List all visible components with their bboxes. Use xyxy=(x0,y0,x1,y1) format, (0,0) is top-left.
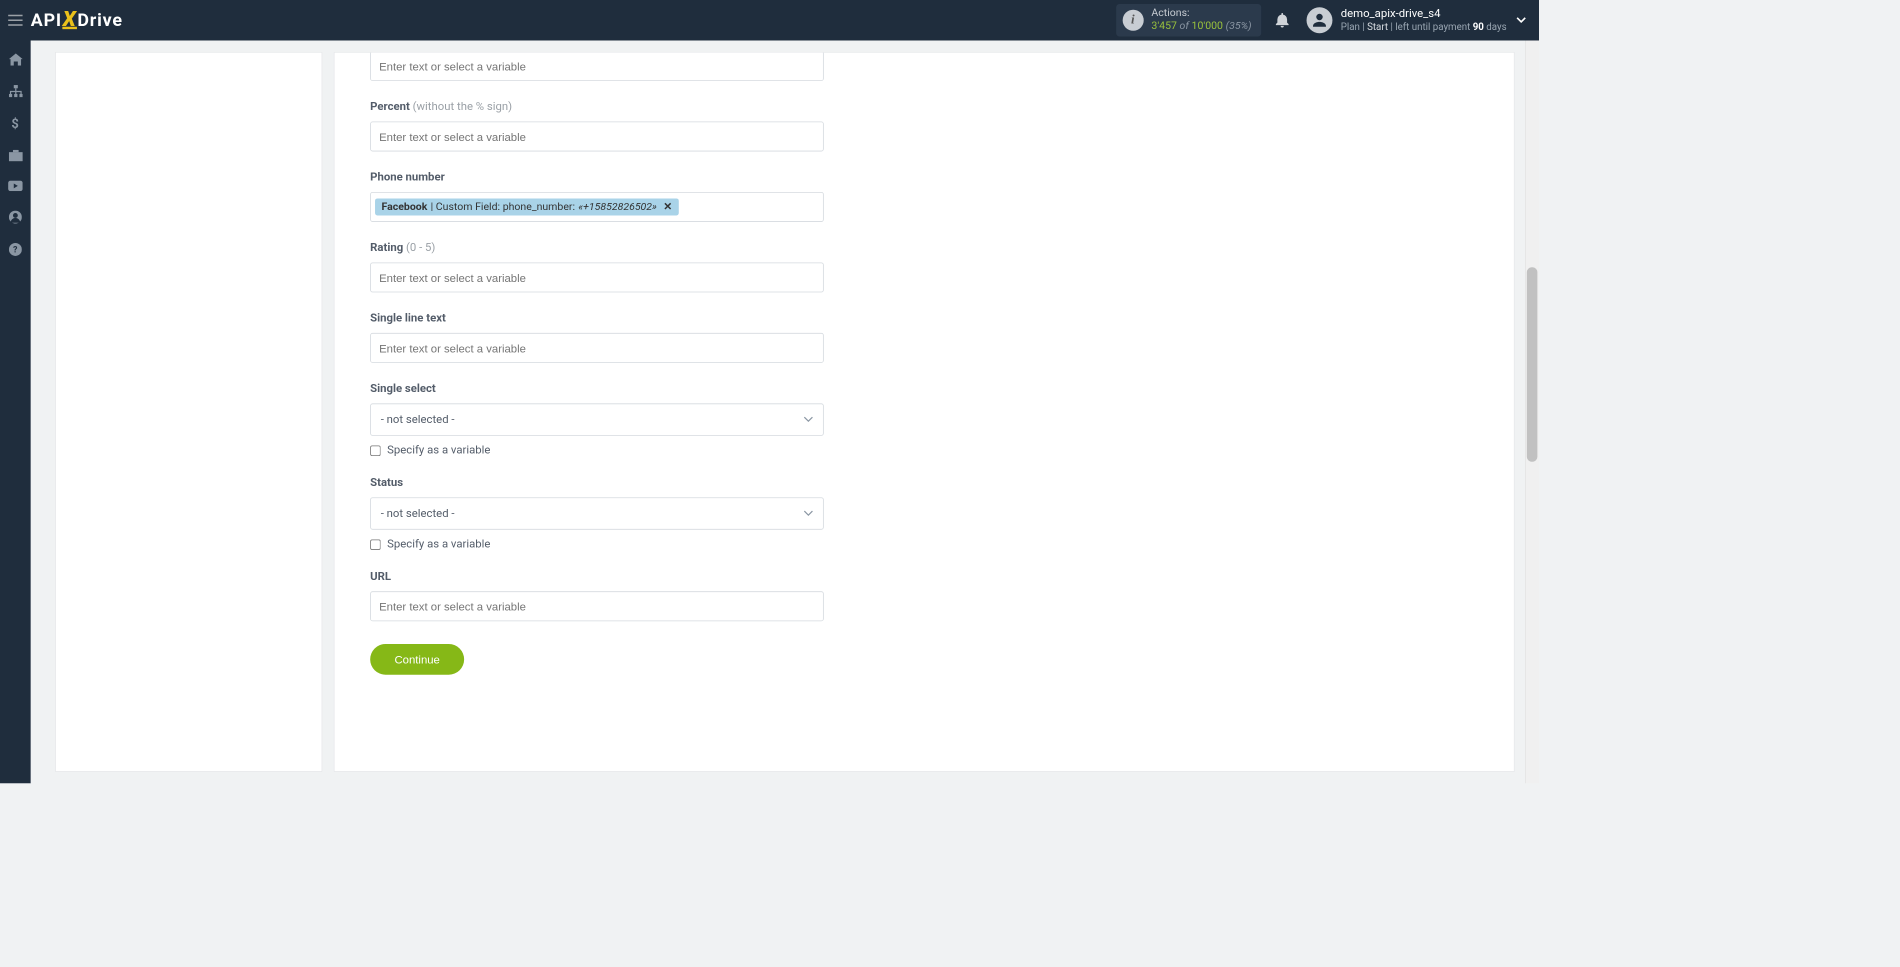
continue-button[interactable]: Continue xyxy=(370,644,464,675)
rating-field: Rating (0 - 5) xyxy=(370,241,824,292)
rating-label: Rating (0 - 5) xyxy=(370,241,824,254)
singleselect-variable-checkbox-input[interactable] xyxy=(370,445,381,456)
sidebar-help[interactable]: ? xyxy=(9,243,22,256)
svg-text:$: $ xyxy=(11,117,18,130)
percent-field: Percent (without the % sign) xyxy=(370,100,824,151)
actions-box[interactable]: i Actions: 3'457 of 10'000 (35%) xyxy=(1116,4,1262,36)
bell-icon xyxy=(1276,13,1289,28)
question-icon: ? xyxy=(9,243,22,256)
page-scrollbar[interactable] xyxy=(1525,41,1539,784)
topbar-right: i Actions: 3'457 of 10'000 (35%) demo_ap… xyxy=(1116,0,1539,41)
percent-input-text[interactable] xyxy=(379,130,815,143)
singleline-label: Single line text xyxy=(370,312,824,325)
phone-input[interactable]: Facebook | Custom Field: phone_number: «… xyxy=(370,192,824,222)
hamburger-icon xyxy=(8,15,23,26)
phone-field: Phone number Facebook | Custom Field: ph… xyxy=(370,171,824,222)
singleselect-field: Single select - not selected - Specify a… xyxy=(370,382,824,457)
status-dropdown[interactable]: - not selected - xyxy=(370,497,824,529)
singleselect-label: Single select xyxy=(370,382,824,395)
mapping-form: Number (numbers after the dot: 1) Percen… xyxy=(370,52,824,675)
sidebar-billing[interactable]: $ xyxy=(11,117,19,131)
briefcase-icon xyxy=(9,150,23,161)
actions-values: 3'457 of 10'000 (35%) xyxy=(1151,20,1251,33)
status-variable-checkbox-input[interactable] xyxy=(370,539,381,550)
sidebar-home[interactable] xyxy=(9,53,23,65)
scrollbar-thumb[interactable] xyxy=(1527,267,1538,461)
percent-input[interactable] xyxy=(370,122,824,152)
notifications-button[interactable] xyxy=(1276,13,1289,28)
number-field: Number (numbers after the dot: 1) xyxy=(370,52,824,81)
user-menu-toggle[interactable] xyxy=(1516,17,1526,23)
hierarchy-icon xyxy=(9,85,23,97)
chevron-down-icon xyxy=(1516,17,1526,23)
chevron-down-icon xyxy=(804,416,814,422)
singleselect-value: - not selected - xyxy=(381,413,455,426)
avatar-icon xyxy=(1307,7,1333,33)
singleline-input-text[interactable] xyxy=(379,341,815,354)
singleline-input[interactable] xyxy=(370,333,824,363)
home-icon xyxy=(9,53,23,65)
plan-info: Plan | Start | left until payment 90 day… xyxy=(1341,21,1507,33)
url-field: URL xyxy=(370,570,824,621)
svg-text:?: ? xyxy=(13,246,18,256)
logo[interactable]: API X Drive xyxy=(31,10,123,30)
sidebar-profile[interactable] xyxy=(9,211,22,224)
logo-part-3: Drive xyxy=(77,10,122,30)
logo-part-1: API xyxy=(31,10,62,30)
singleline-field: Single line text xyxy=(370,312,824,363)
actions-label: Actions: xyxy=(1151,8,1251,21)
main-area: Number (numbers after the dot: 1) Percen… xyxy=(31,41,1539,784)
user-icon xyxy=(9,211,22,224)
url-input-text[interactable] xyxy=(379,600,815,613)
status-field: Status - not selected - Specify as a var… xyxy=(370,476,824,551)
status-label: Status xyxy=(370,476,824,489)
phone-label: Phone number xyxy=(370,171,824,184)
number-input-text[interactable] xyxy=(379,60,815,73)
content-panel: Number (numbers after the dot: 1) Percen… xyxy=(334,52,1515,772)
sidebar-briefcase[interactable] xyxy=(9,150,23,161)
info-icon: i xyxy=(1122,10,1143,31)
rating-input[interactable] xyxy=(370,262,824,292)
status-variable-checkbox[interactable]: Specify as a variable xyxy=(370,538,824,551)
url-label: URL xyxy=(370,570,824,583)
topbar: API X Drive i Actions: 3'457 of 10'000 (… xyxy=(0,0,1539,41)
logo-part-2: X xyxy=(63,12,77,29)
sidebar: $ ? xyxy=(0,41,31,784)
username: demo_apix-drive_s4 xyxy=(1341,8,1507,22)
remove-tag-icon[interactable]: ✕ xyxy=(663,201,672,213)
singleselect-variable-checkbox[interactable]: Specify as a variable xyxy=(370,444,824,457)
rating-input-text[interactable] xyxy=(379,271,815,284)
sidebar-connections[interactable] xyxy=(9,85,23,97)
percent-label: Percent (without the % sign) xyxy=(370,100,824,113)
status-value: - not selected - xyxy=(381,507,455,520)
chevron-down-icon xyxy=(804,510,814,516)
left-panel xyxy=(55,52,322,772)
number-input[interactable] xyxy=(370,52,824,81)
user-block[interactable]: demo_apix-drive_s4 Plan | Start | left u… xyxy=(1307,7,1507,33)
user-text: demo_apix-drive_s4 Plan | Start | left u… xyxy=(1341,8,1507,33)
phone-variable-tag[interactable]: Facebook | Custom Field: phone_number: «… xyxy=(375,198,679,215)
dollar-icon: $ xyxy=(11,117,19,131)
actions-text: Actions: 3'457 of 10'000 (35%) xyxy=(1151,8,1251,33)
youtube-icon xyxy=(8,181,23,192)
url-input[interactable] xyxy=(370,591,824,621)
singleselect-dropdown[interactable]: - not selected - xyxy=(370,403,824,435)
sidebar-video[interactable] xyxy=(8,181,23,192)
hamburger-menu-button[interactable] xyxy=(0,0,31,41)
